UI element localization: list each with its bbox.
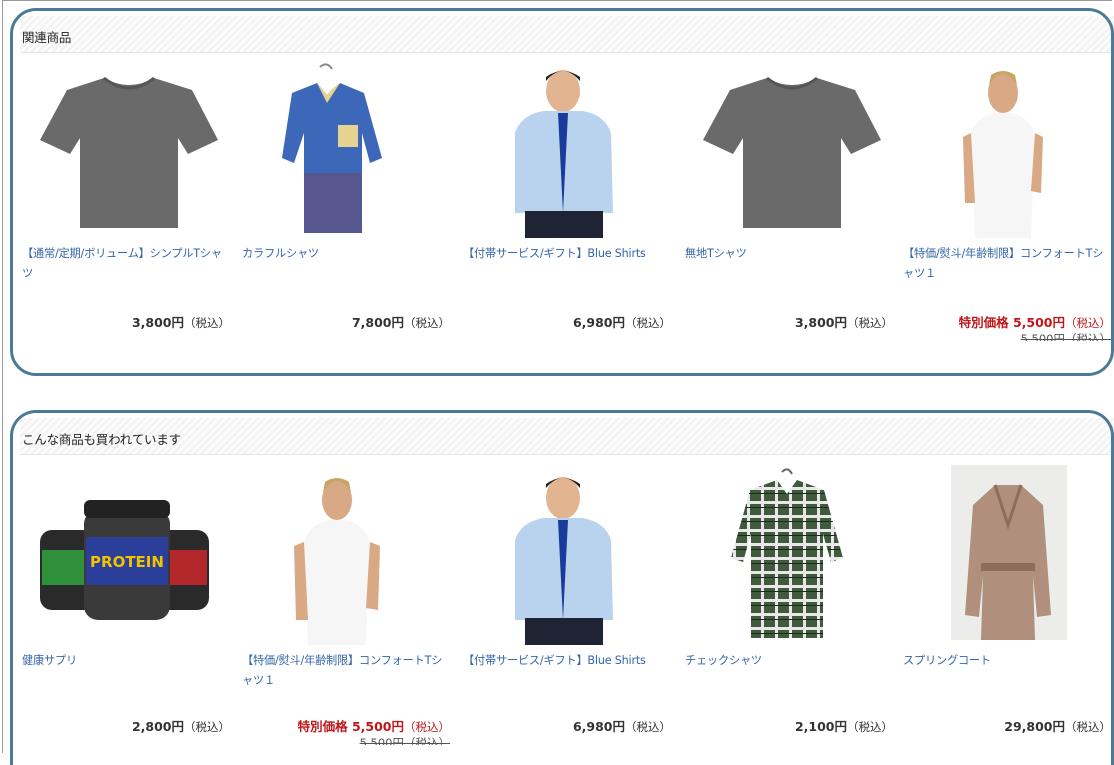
check-shirt-image[interactable]	[685, 468, 900, 643]
price-value: 2,100円	[794, 719, 847, 734]
price-value: 7,800円	[351, 315, 404, 330]
man-blue-shirt-image[interactable]	[463, 470, 678, 645]
sale-price: 特別価格 5,500円（税込）	[903, 312, 1111, 331]
product-price: 3,800円（税込）	[22, 312, 230, 331]
beige-coat-image[interactable]	[903, 465, 1114, 640]
tax-label: （税込）	[404, 316, 450, 330]
product-name-link[interactable]: チェックシャツ	[685, 651, 895, 671]
tax-label: （税込）	[1065, 720, 1111, 734]
price-value: 3,800円	[794, 315, 847, 330]
product-price: 6,980円（税込）	[463, 312, 671, 331]
tax-label: （税込）	[184, 316, 230, 330]
tax-label: （税込）	[404, 720, 450, 734]
price-value: 特別価格 5,500円	[297, 719, 404, 734]
tax-label: （税込）	[625, 720, 671, 734]
man-white-tshirt-image[interactable]	[903, 63, 1114, 238]
section-header	[20, 16, 1114, 53]
original-price: 5,500円（税込）	[1020, 332, 1111, 341]
product-price: 2,800円（税込）	[22, 716, 230, 735]
tax-label: （税込）	[847, 720, 893, 734]
section-header	[20, 418, 1114, 455]
product-price: 6,980円（税込）	[463, 716, 671, 735]
related-products-section: 関連商品 【通常/定期/ボリューム】シンプルTシャツ 3,800円（税込） カラ…	[10, 8, 1114, 376]
product-name-link[interactable]: 【特価/熨斗/年齢制限】コンフォートTシャツ１	[903, 244, 1113, 284]
price-value: 2,800円	[131, 719, 184, 734]
product-name-link[interactable]: 【通常/定期/ボリューム】シンプルTシャツ	[22, 244, 232, 284]
svg-text:PROTEIN: PROTEIN	[90, 553, 164, 571]
tax-label: （税込）	[625, 316, 671, 330]
tax-label: （税込）	[184, 720, 230, 734]
product-price: 2,100円（税込）	[685, 716, 893, 735]
also-bought-section: こんな商品も買われています PROTEIN 健康サプリ 2,800円（税込） 【…	[10, 410, 1114, 765]
product-name-link[interactable]: 【付帯サービス/ギフト】Blue Shirts	[463, 244, 673, 264]
product-name-link[interactable]: 健康サプリ	[22, 651, 232, 671]
product-name-link[interactable]: スプリングコート	[903, 651, 1113, 671]
sale-price: 特別価格 5,500円（税込）	[242, 716, 450, 735]
price-value: 6,980円	[572, 315, 625, 330]
product-price: 3,800円（税込）	[685, 312, 893, 331]
gray-tshirt-image[interactable]	[22, 68, 237, 243]
price-value: 29,800円	[1004, 719, 1065, 734]
product-name-link[interactable]: 【特価/熨斗/年齢制限】コンフォートTシャツ１	[242, 651, 452, 691]
product-price: 7,800円（税込）	[242, 312, 450, 331]
colorful-shirt-image[interactable]	[242, 63, 457, 238]
section-title: こんな商品も買われています	[22, 432, 181, 447]
tax-label: （税込）	[1065, 316, 1111, 330]
man-blue-shirt-image[interactable]	[463, 63, 678, 238]
man-white-tshirt-image[interactable]	[242, 470, 457, 645]
product-name-link[interactable]: 【付帯サービス/ギフト】Blue Shirts	[463, 651, 673, 671]
tax-label: （税込）	[847, 316, 893, 330]
protein-tubs-image[interactable]: PROTEIN	[22, 475, 237, 650]
price-value: 特別価格 5,500円	[958, 315, 1065, 330]
section-title: 関連商品	[22, 30, 72, 45]
original-price: 5,500円（税込）	[359, 736, 450, 745]
price-value: 6,980円	[572, 719, 625, 734]
product-name-link[interactable]: 無地Tシャツ	[685, 244, 895, 264]
gray-tshirt-image[interactable]	[685, 68, 900, 243]
price-value: 3,800円	[131, 315, 184, 330]
product-price: 29,800円（税込）	[903, 716, 1111, 735]
product-name-link[interactable]: カラフルシャツ	[242, 244, 452, 264]
